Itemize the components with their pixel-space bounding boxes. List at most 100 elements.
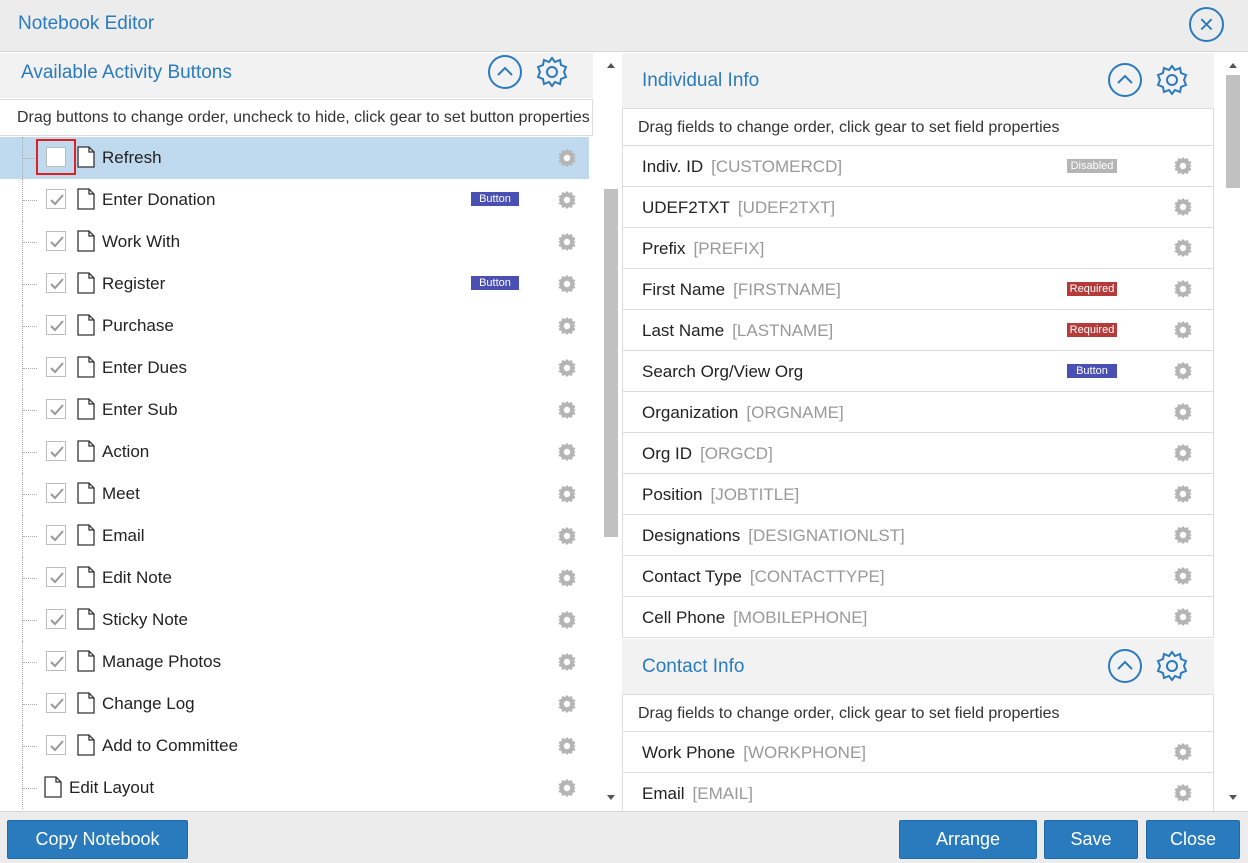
gear-icon[interactable] bbox=[1173, 320, 1193, 340]
field-row[interactable]: Last Name [LASTNAME] Required bbox=[622, 310, 1214, 351]
copy-notebook-settings-button[interactable]: Copy Notebook Settings bbox=[7, 820, 188, 859]
gear-icon[interactable] bbox=[1154, 648, 1190, 684]
activity-button-row[interactable]: Edit Note bbox=[0, 557, 589, 599]
visibility-checkbox[interactable] bbox=[46, 525, 66, 545]
close-button[interactable]: Close bbox=[1146, 820, 1240, 859]
close-icon[interactable]: × bbox=[1189, 7, 1224, 42]
field-row[interactable]: Designations [DESIGNATIONLST] bbox=[622, 515, 1214, 556]
activity-button-row[interactable]: Change Log bbox=[0, 683, 589, 725]
gear-icon[interactable] bbox=[557, 316, 577, 336]
gear-icon[interactable] bbox=[557, 232, 577, 252]
gear-icon[interactable] bbox=[557, 148, 577, 168]
visibility-checkbox[interactable] bbox=[46, 357, 66, 377]
activity-button-row[interactable]: Enter Donation Button bbox=[0, 179, 589, 221]
gear-icon[interactable] bbox=[557, 736, 577, 756]
gear-icon[interactable] bbox=[557, 694, 577, 714]
visibility-checkbox[interactable] bbox=[46, 609, 66, 629]
field-row[interactable]: Position [JOBTITLE] bbox=[622, 474, 1214, 515]
activity-button-row[interactable]: Purchase bbox=[0, 305, 589, 347]
activity-button-row[interactable]: Meet bbox=[0, 473, 589, 515]
gear-icon[interactable] bbox=[557, 610, 577, 630]
gear-icon[interactable] bbox=[1173, 484, 1193, 504]
scroll-up-icon[interactable] bbox=[1229, 63, 1237, 68]
gear-icon[interactable] bbox=[557, 400, 577, 420]
activity-button-row[interactable]: Work With bbox=[0, 221, 589, 263]
gear-icon[interactable] bbox=[557, 442, 577, 462]
visibility-checkbox[interactable] bbox=[46, 651, 66, 671]
visibility-checkbox[interactable] bbox=[46, 735, 66, 755]
left-scrollbar-thumb[interactable] bbox=[604, 189, 618, 537]
gear-icon[interactable] bbox=[557, 526, 577, 546]
field-row[interactable]: Organization [ORGNAME] bbox=[622, 392, 1214, 433]
gear-icon[interactable] bbox=[557, 568, 577, 588]
field-row[interactable]: Org ID [ORGCD] bbox=[622, 433, 1214, 474]
visibility-checkbox[interactable] bbox=[46, 693, 66, 713]
gear-icon[interactable] bbox=[1173, 607, 1193, 627]
gear-icon[interactable] bbox=[1173, 279, 1193, 299]
gear-icon[interactable] bbox=[557, 652, 577, 672]
field-label: Designations [DESIGNATIONLST] bbox=[642, 526, 905, 546]
activity-button-row[interactable]: Sticky Note bbox=[0, 599, 589, 641]
tree-branch bbox=[23, 788, 37, 789]
visibility-checkbox[interactable] bbox=[46, 441, 66, 461]
activity-button-row[interactable]: Register Button bbox=[0, 263, 589, 305]
gear-icon[interactable] bbox=[557, 778, 577, 798]
save-button[interactable]: Save bbox=[1044, 820, 1138, 859]
activity-button-row[interactable]: Edit Layout bbox=[0, 767, 589, 809]
activity-button-row[interactable]: Email bbox=[0, 515, 589, 557]
visibility-checkbox[interactable] bbox=[46, 483, 66, 503]
activity-button-row[interactable]: Action bbox=[0, 431, 589, 473]
collapse-up-icon[interactable] bbox=[1108, 63, 1142, 97]
activity-button-row[interactable]: Enter Sub bbox=[0, 389, 589, 431]
gear-icon[interactable] bbox=[1173, 238, 1193, 258]
gear-icon[interactable] bbox=[1173, 361, 1193, 381]
activity-button-row[interactable]: Add to Committee bbox=[0, 725, 589, 767]
left-scrollbar[interactable] bbox=[601, 53, 621, 811]
field-row[interactable]: Work Phone [WORKPHONE] bbox=[622, 732, 1214, 773]
gear-icon[interactable] bbox=[1154, 62, 1190, 98]
visibility-checkbox[interactable] bbox=[46, 273, 66, 293]
collapse-up-icon[interactable] bbox=[488, 55, 522, 89]
scroll-up-icon[interactable] bbox=[607, 63, 615, 68]
visibility-checkbox[interactable] bbox=[46, 231, 66, 251]
gear-icon[interactable] bbox=[1173, 156, 1193, 176]
field-name: Contact Type bbox=[642, 567, 742, 586]
gear-icon[interactable] bbox=[557, 484, 577, 504]
scroll-down-icon[interactable] bbox=[607, 795, 615, 800]
activity-button-label: Sticky Note bbox=[102, 610, 188, 629]
gear-icon[interactable] bbox=[1173, 742, 1193, 762]
tree-branch bbox=[23, 746, 37, 747]
gear-icon[interactable] bbox=[1173, 197, 1193, 217]
field-row[interactable]: Search Org/View Org Button bbox=[622, 351, 1214, 392]
field-row[interactable]: Email [EMAIL] bbox=[622, 773, 1214, 811]
activity-button-row[interactable]: Refresh bbox=[0, 137, 589, 179]
gear-icon[interactable] bbox=[534, 54, 570, 90]
visibility-checkbox[interactable] bbox=[46, 315, 66, 335]
field-label: Contact Type [CONTACTTYPE] bbox=[642, 567, 885, 587]
gear-icon[interactable] bbox=[1173, 783, 1193, 803]
scroll-down-icon[interactable] bbox=[1229, 795, 1237, 800]
gear-icon[interactable] bbox=[1173, 566, 1193, 586]
field-name: Email bbox=[642, 784, 685, 803]
gear-icon[interactable] bbox=[1173, 525, 1193, 545]
field-row[interactable]: UDEF2TXT [UDEF2TXT] bbox=[622, 187, 1214, 228]
activity-button-row[interactable]: Manage Photos bbox=[0, 641, 589, 683]
right-scrollbar-thumb[interactable] bbox=[1226, 75, 1240, 188]
arrange-sections-button[interactable]: Arrange Sections bbox=[899, 820, 1037, 859]
right-scrollbar[interactable] bbox=[1223, 53, 1243, 811]
field-row[interactable]: Cell Phone [MOBILEPHONE] bbox=[622, 597, 1214, 638]
gear-icon[interactable] bbox=[557, 190, 577, 210]
field-row[interactable]: First Name [FIRSTNAME] Required bbox=[622, 269, 1214, 310]
visibility-checkbox[interactable] bbox=[46, 189, 66, 209]
gear-icon[interactable] bbox=[1173, 443, 1193, 463]
gear-icon[interactable] bbox=[557, 274, 577, 294]
activity-button-row[interactable]: Enter Dues bbox=[0, 347, 589, 389]
visibility-checkbox[interactable] bbox=[46, 399, 66, 419]
visibility-checkbox[interactable] bbox=[46, 567, 66, 587]
field-row[interactable]: Contact Type [CONTACTTYPE] bbox=[622, 556, 1214, 597]
field-row[interactable]: Indiv. ID [CUSTOMERCD] Disabled bbox=[622, 146, 1214, 187]
collapse-up-icon[interactable] bbox=[1108, 649, 1142, 683]
gear-icon[interactable] bbox=[1173, 402, 1193, 422]
field-row[interactable]: Prefix [PREFIX] bbox=[622, 228, 1214, 269]
gear-icon[interactable] bbox=[557, 358, 577, 378]
